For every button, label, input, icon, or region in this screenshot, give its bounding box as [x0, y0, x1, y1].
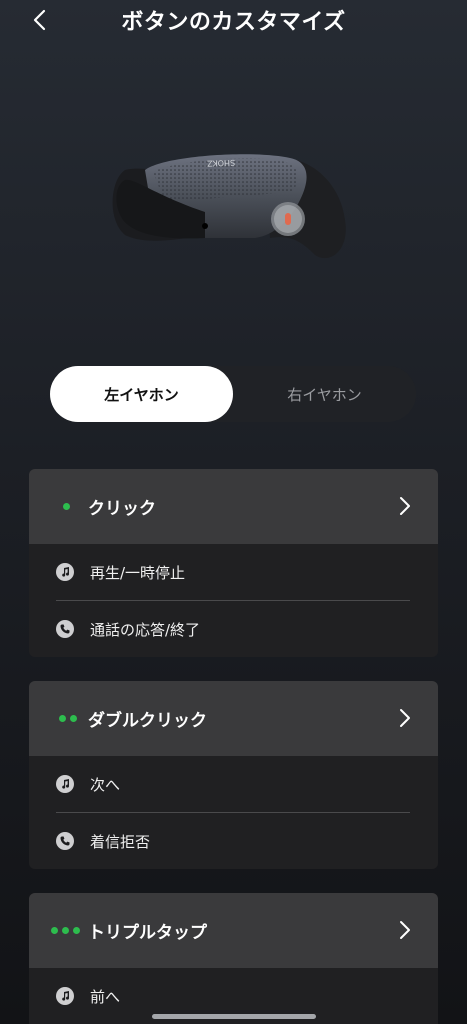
action-label: 前へ — [90, 987, 121, 1006]
list-item: 通話の応答/終了 — [29, 601, 438, 657]
list-item: 着信拒否 — [29, 813, 438, 869]
indicator-dot — [73, 927, 80, 934]
phone-icon — [56, 620, 74, 638]
music-note-icon — [56, 987, 74, 1005]
triple-tap-card-header[interactable]: トリプルタップ — [29, 893, 438, 968]
click-title: クリック — [88, 499, 156, 519]
action-label: 再生/一時停止 — [90, 563, 186, 582]
tab-right-earphone[interactable]: 右イヤホン — [233, 366, 416, 422]
click-card-header[interactable]: クリック — [29, 469, 438, 544]
indicator-dot — [63, 503, 70, 510]
indicator-dot — [62, 927, 69, 934]
header: ボタンのカスタマイズ — [0, 0, 467, 44]
one-dot-indicator — [63, 503, 70, 510]
double-click-title: ダブルクリック — [88, 711, 207, 731]
page-title: ボタンのカスタマイズ — [121, 10, 346, 35]
tab-left-earphone[interactable]: 左イヤホン — [50, 366, 233, 422]
phone-icon — [56, 832, 74, 850]
music-note-icon — [56, 775, 74, 793]
click-card: クリック 再生/一時停止 通話の応答/終了 — [29, 469, 438, 657]
device-brand-text: SHOKZ — [206, 158, 235, 168]
music-note-icon — [56, 563, 74, 581]
chevron-right-icon[interactable] — [394, 707, 416, 729]
triple-tap-card: トリプルタップ 前へ — [29, 893, 438, 1024]
list-item: 再生/一時停止 — [29, 544, 438, 600]
indicator-dot — [70, 715, 77, 722]
action-label: 次へ — [90, 775, 121, 794]
three-dot-indicator — [51, 927, 80, 934]
action-label: 通話の応答/終了 — [90, 620, 201, 639]
earphone-image: SHOKZ — [105, 140, 355, 270]
indicator-dot — [51, 927, 58, 934]
chevron-right-icon[interactable] — [394, 495, 416, 517]
indicator-dot — [59, 715, 66, 722]
action-label: 着信拒否 — [90, 832, 151, 851]
triple-tap-title: トリプルタップ — [88, 923, 207, 943]
double-click-card: ダブルクリック 次へ 着信拒否 — [29, 681, 438, 869]
double-click-card-header[interactable]: ダブルクリック — [29, 681, 438, 756]
two-dot-indicator — [59, 715, 77, 722]
list-item: 次へ — [29, 756, 438, 812]
home-indicator[interactable] — [152, 1014, 316, 1019]
chevron-right-icon[interactable] — [394, 919, 416, 941]
earphone-side-selector: 左イヤホン 右イヤホン — [50, 366, 416, 422]
